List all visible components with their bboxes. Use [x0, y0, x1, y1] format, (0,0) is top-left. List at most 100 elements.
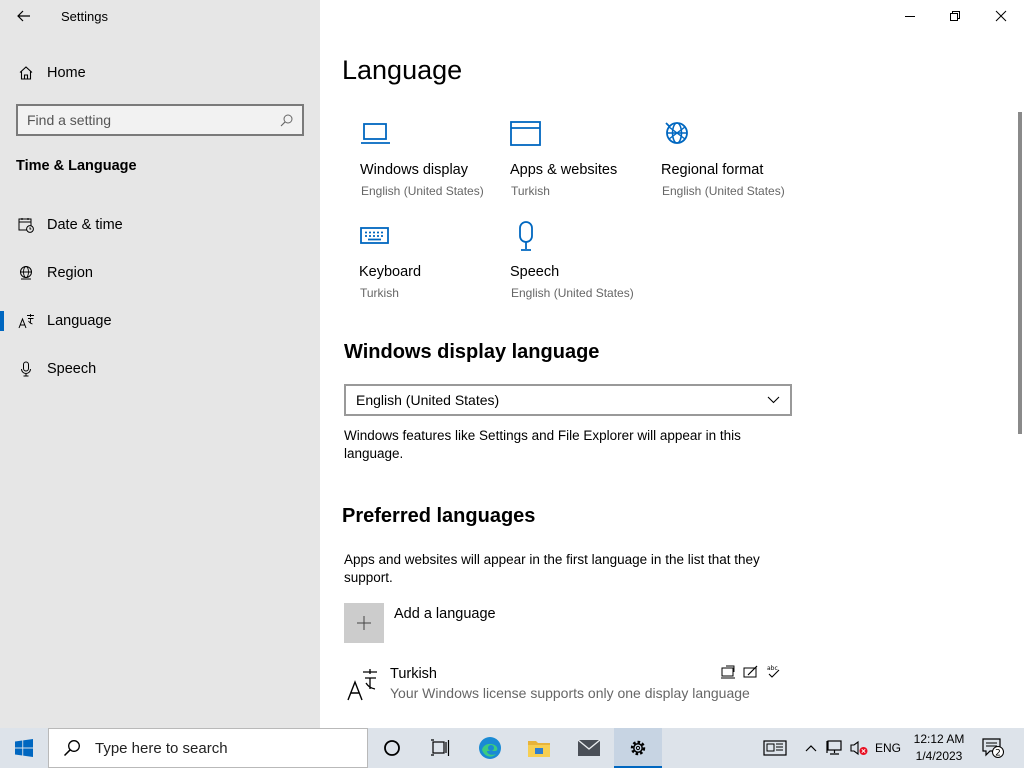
browser-window-icon [510, 118, 542, 150]
volume-button[interactable] [848, 728, 870, 768]
preferred-languages-heading: Preferred languages [342, 505, 536, 527]
taskbar: Type here to search ENG 12:12 AM 1/4/202… [0, 728, 1024, 768]
cortana-button[interactable] [368, 728, 416, 768]
edge-browser-button[interactable] [466, 728, 514, 768]
minimize-icon [905, 16, 915, 17]
news-icon [763, 740, 787, 756]
gear-icon [630, 740, 646, 756]
mail-icon [577, 739, 601, 756]
tile-name: Apps & websites [510, 162, 618, 178]
monitor-icon [360, 118, 392, 150]
language-name: Turkish [390, 666, 437, 682]
back-button[interactable] [12, 6, 36, 26]
selection-indicator [0, 311, 4, 331]
settings-taskbar-button[interactable] [614, 728, 662, 768]
file-explorer-button[interactable] [515, 728, 563, 768]
sidebar-item-label: Language [47, 313, 112, 329]
sidebar-item-speech[interactable]: Speech [0, 349, 320, 389]
clock-time: 12:12 AM [913, 732, 965, 746]
tile-subtitle: Turkish [511, 184, 550, 198]
start-button[interactable] [0, 728, 48, 768]
language-note: Your Windows license supports only one d… [390, 685, 750, 701]
edge-icon [479, 737, 501, 759]
language-list-item[interactable]: Turkish Your Windows license supports on… [344, 660, 794, 708]
display-language-feature-icon [720, 664, 736, 680]
display-language-dropdown[interactable]: English (United States) [344, 384, 792, 416]
tile-subtitle: English (United States) [361, 184, 484, 198]
minimize-button[interactable] [887, 0, 933, 32]
app-title: Settings [61, 9, 108, 24]
display-language-value: English (United States) [356, 392, 500, 408]
chevron-down-icon [766, 393, 780, 407]
volume-muted-icon [850, 740, 868, 756]
globe-grid-icon [661, 118, 693, 150]
microphone-icon [510, 220, 542, 252]
microphone-icon [17, 360, 35, 378]
keyboard-icon [359, 220, 391, 252]
sidebar-item-label: Date & time [47, 217, 123, 233]
mail-button[interactable] [565, 728, 613, 768]
tile-name: Keyboard [359, 264, 422, 280]
settings-search-box[interactable] [16, 104, 304, 136]
close-button[interactable] [978, 0, 1024, 32]
windows-logo-icon [15, 739, 33, 757]
cortana-circle-icon [384, 740, 400, 756]
news-widget-button[interactable] [760, 728, 790, 768]
scrollbar[interactable] [1018, 112, 1022, 434]
tile-subtitle: English (United States) [511, 286, 634, 300]
clock[interactable]: 12:12 AM 1/4/2023 [908, 728, 970, 768]
input-language-indicator[interactable]: ENG [872, 728, 904, 768]
home-nav-item[interactable]: Home [0, 53, 320, 93]
add-language-label: Add a language [394, 606, 496, 622]
regional-format-tile[interactable]: Regional format English (United States) [661, 118, 811, 214]
display-language-description: Windows features like Settings and File … [344, 428, 741, 461]
search-icon [279, 113, 293, 127]
sidebar-item-label: Speech [47, 361, 97, 377]
tile-subtitle: English (United States) [662, 184, 785, 198]
network-button[interactable] [823, 728, 847, 768]
sidebar: Settings Home Time & Language Date & tim… [0, 0, 320, 728]
notification-icon: 2 [982, 738, 1004, 758]
home-label: Home [47, 65, 86, 81]
handwriting-feature-icon [743, 664, 759, 680]
show-hidden-icons-button[interactable] [801, 728, 821, 768]
sidebar-item-label: Region [47, 265, 93, 281]
svg-text:abc: abc [767, 665, 778, 672]
clock-date: 1/4/2023 [915, 749, 963, 763]
speech-tile[interactable]: Speech English (United States) [510, 220, 660, 316]
back-arrow-icon [17, 10, 30, 22]
sidebar-item-date-time[interactable]: Date & time [0, 205, 320, 245]
calendar-clock-icon [17, 216, 35, 234]
settings-search-input[interactable] [27, 112, 279, 128]
tile-subtitle: Turkish [360, 286, 399, 300]
language-icon [17, 312, 35, 330]
chevron-up-icon [805, 745, 817, 752]
spellcheck-feature-icon: abc [766, 664, 782, 680]
page-title: Language [342, 55, 463, 85]
action-center-button[interactable]: 2 [978, 728, 1008, 768]
apps-websites-tile[interactable]: Apps & websites Turkish [510, 118, 660, 214]
sidebar-item-language[interactable]: Language [0, 301, 320, 341]
tile-name: Regional format [661, 162, 764, 178]
restore-icon [950, 11, 960, 21]
display-language-heading: Windows display language [344, 341, 600, 363]
notification-count: 2 [995, 749, 1001, 759]
folder-icon [528, 741, 550, 757]
home-icon [17, 64, 35, 82]
tile-name: Windows display [360, 162, 468, 178]
taskbar-search-placeholder: Type here to search [95, 739, 228, 757]
windows-display-tile[interactable]: Windows display English (United States) [360, 118, 510, 214]
task-view-button[interactable] [416, 728, 464, 768]
language-icon [346, 668, 380, 702]
tile-name: Speech [510, 264, 560, 280]
search-icon [61, 737, 83, 759]
keyboard-tile[interactable]: Keyboard Turkish [359, 220, 509, 316]
restore-button[interactable] [932, 0, 978, 32]
sidebar-item-region[interactable]: Region [0, 253, 320, 293]
plus-icon [344, 603, 384, 643]
taskbar-search-box[interactable]: Type here to search [48, 728, 368, 768]
add-language-button[interactable]: Add a language [344, 603, 644, 645]
network-icon [826, 740, 842, 755]
task-view-icon [431, 739, 450, 756]
section-title: Time & Language [16, 158, 137, 174]
